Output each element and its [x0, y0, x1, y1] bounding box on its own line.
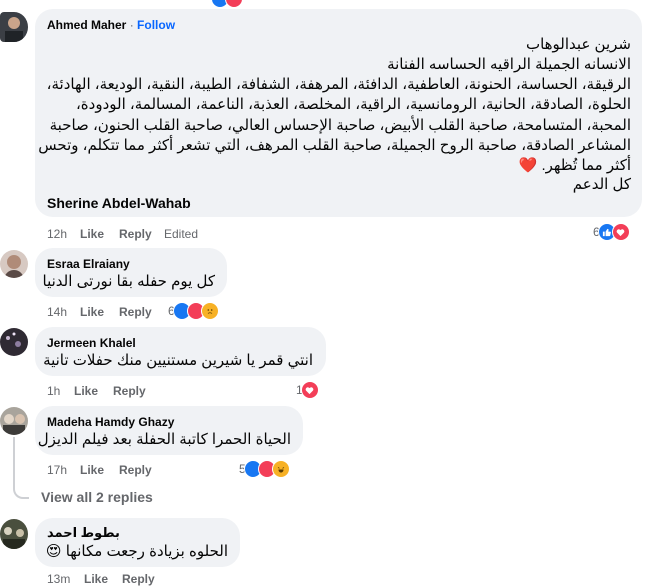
comment-author[interactable]: Jermeen Khalel — [47, 336, 136, 350]
reply-button[interactable]: Reply — [113, 384, 146, 398]
like-button[interactable]: Like — [80, 305, 104, 319]
comment-time[interactable]: 1h — [47, 384, 60, 398]
comment-time[interactable]: 13m — [47, 572, 70, 586]
view-all-replies-link[interactable]: View all 2 replies — [41, 489, 153, 505]
like-button[interactable]: Like — [74, 384, 98, 398]
comment-text-line: الحلوة، الصادقة، الحانية، الرومانسية، ال… — [75, 96, 631, 113]
comment-signature: Sherine Abdel-Wahab — [47, 195, 191, 211]
reaction-summary[interactable]: 6 — [168, 302, 219, 320]
love-icon — [300, 381, 319, 399]
like-button[interactable]: Like — [84, 572, 108, 586]
comment-time[interactable]: 14h — [47, 305, 67, 319]
avatar[interactable] — [0, 328, 28, 356]
love-icon — [225, 0, 243, 8]
comment-text-line: الرقيقة، الحساسة، الحنونة، العاطفية، الد… — [46, 76, 631, 93]
reaction-summary[interactable]: 6 — [593, 223, 630, 241]
comment-text-line: الانسانه الجميلة الراقيه الحساسه الفنانة — [387, 56, 631, 73]
avatar[interactable] — [0, 250, 28, 278]
comment-text-line: شرين عبدالوهاب — [525, 36, 631, 53]
reply-button[interactable]: Reply — [119, 463, 152, 477]
separator: · — [129, 18, 134, 32]
avatar[interactable] — [0, 407, 28, 435]
edited-label: Edited — [164, 227, 199, 241]
thread-line — [13, 437, 29, 499]
comment-actions: 13m Like Reply — [47, 572, 167, 586]
comment-actions: 12h Like Reply Edited — [47, 227, 247, 241]
comment-author[interactable]: Esraa Elraiany — [47, 257, 130, 271]
avatar[interactable] — [0, 519, 28, 549]
comment-text: الحلوه بزيادة رجعت مكانها 😍 — [45, 543, 228, 560]
haha-icon — [271, 460, 290, 478]
reply-button[interactable]: Reply — [122, 572, 155, 586]
sad-icon — [200, 302, 219, 320]
comment-text: انتي قمر يا شيرين مستنيين منك حفلات تاني… — [43, 352, 313, 369]
comment-actions: 17h Like Reply — [47, 463, 167, 477]
reaction-summary[interactable]: 5 — [239, 460, 290, 478]
comment-text: الحياة الحمرا كاتبة الحفلة بعد فيلم الدي… — [37, 431, 291, 448]
comment-author[interactable]: Madeha Hamdy Ghazy — [47, 415, 174, 429]
comment-text: كل يوم حفله بقا نورتى الدنيا — [42, 273, 215, 290]
reaction-summary[interactable]: 1 — [296, 381, 319, 399]
avatar[interactable] — [0, 12, 28, 42]
reply-button[interactable]: Reply — [119, 227, 152, 241]
comment-actions: 1h Like Reply — [47, 384, 167, 398]
like-button[interactable]: Like — [80, 227, 104, 241]
comment-author[interactable]: بطوط احمد — [47, 525, 120, 541]
comment-time[interactable]: 17h — [47, 463, 67, 477]
previous-reactions[interactable] — [211, 0, 243, 8]
reply-button[interactable]: Reply — [119, 305, 152, 319]
comment-actions: 14h Like Reply — [47, 305, 167, 319]
comment-text-line: أكثر مما تُظهر. ❤️ — [518, 157, 631, 174]
comment-text-line: المشاعر الصادقة، صاحبة الروح الجميلة، صا… — [38, 137, 631, 154]
comment-text-line: المحبة، المتسامحة، صاحبة القلب الأبيض، ص… — [49, 117, 631, 134]
follow-button[interactable]: Follow — [137, 18, 175, 32]
love-icon — [611, 223, 630, 241]
comment-author[interactable]: Ahmed Maher · Follow — [47, 18, 175, 32]
comment-text-line: كل الدعم — [572, 176, 631, 193]
like-button[interactable]: Like — [80, 463, 104, 477]
comment-time[interactable]: 12h — [47, 227, 67, 241]
